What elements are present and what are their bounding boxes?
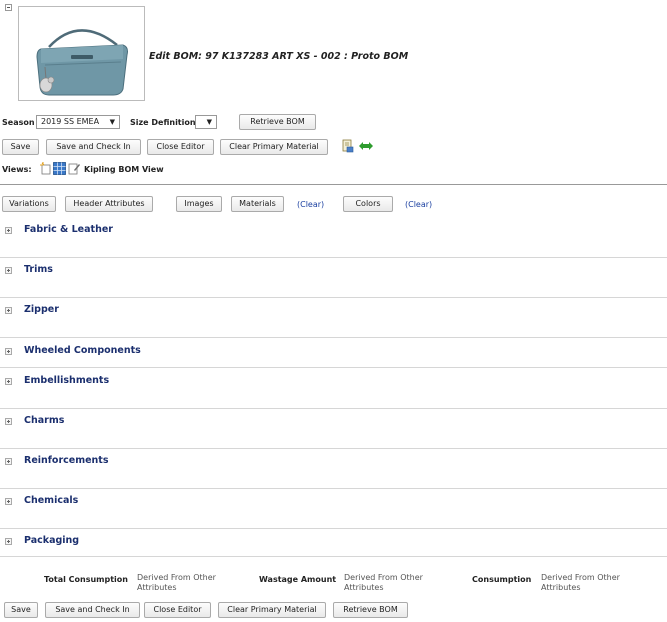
divider bbox=[0, 528, 667, 529]
divider bbox=[0, 184, 667, 185]
expand-icon[interactable] bbox=[5, 307, 12, 314]
expand-icon[interactable] bbox=[5, 227, 12, 234]
section-title: Charms bbox=[24, 415, 65, 426]
save-button-bottom[interactable]: Save bbox=[4, 602, 38, 618]
close-editor-button[interactable]: Close Editor bbox=[147, 139, 214, 155]
expand-icon[interactable] bbox=[5, 498, 12, 505]
colors-button[interactable]: Colors bbox=[343, 196, 393, 212]
divider bbox=[0, 367, 667, 368]
section-title: Wheeled Components bbox=[24, 345, 141, 356]
edit-view-icon[interactable] bbox=[68, 162, 80, 175]
section-title: Zipper bbox=[24, 304, 59, 315]
current-view-name[interactable]: Kipling BOM View bbox=[84, 165, 164, 174]
new-view-icon[interactable] bbox=[40, 162, 52, 175]
section-packaging[interactable]: Packaging bbox=[0, 535, 667, 549]
page-title: Edit BOM: 97 K137283 ART XS - 002 : Prot… bbox=[149, 51, 409, 62]
divider bbox=[0, 257, 667, 258]
divider bbox=[0, 408, 667, 409]
section-reinforcements[interactable]: Reinforcements bbox=[0, 455, 667, 469]
season-select-value: 2019 SS EMEA bbox=[41, 117, 100, 126]
variations-button[interactable]: Variations bbox=[2, 196, 56, 212]
section-zipper[interactable]: Zipper bbox=[0, 304, 667, 318]
views-label: Views: bbox=[2, 165, 32, 174]
expand-icon[interactable] bbox=[5, 378, 12, 385]
clear-primary-material-button-bottom[interactable]: Clear Primary Material bbox=[218, 602, 326, 618]
clear-colors-link[interactable]: (Clear) bbox=[405, 200, 432, 209]
total-consumption-label: Total Consumption bbox=[44, 575, 128, 584]
expand-icon[interactable] bbox=[5, 348, 12, 355]
section-trims[interactable]: Trims bbox=[0, 264, 667, 278]
chevron-down-icon: ▼ bbox=[206, 118, 212, 126]
divider bbox=[0, 337, 667, 338]
season-label: Season bbox=[2, 118, 35, 127]
materials-button[interactable]: Materials bbox=[231, 196, 284, 212]
collapse-header-toggle[interactable] bbox=[5, 4, 12, 11]
season-select[interactable]: 2019 SS EMEA ▼ bbox=[36, 115, 120, 129]
table-view-icon[interactable] bbox=[53, 162, 66, 175]
header-attributes-button[interactable]: Header Attributes bbox=[65, 196, 153, 212]
expand-icon[interactable] bbox=[5, 418, 12, 425]
section-title: Fabric & Leather bbox=[24, 224, 113, 235]
size-definition-select[interactable]: ▼ bbox=[195, 115, 217, 129]
save-and-check-in-button-bottom[interactable]: Save and Check In bbox=[45, 602, 140, 618]
divider bbox=[0, 448, 667, 449]
images-button[interactable]: Images bbox=[176, 196, 222, 212]
retrieve-bom-button[interactable]: Retrieve BOM bbox=[239, 114, 316, 130]
report-icon[interactable] bbox=[342, 139, 354, 153]
wastage-amount-label: Wastage Amount bbox=[259, 575, 337, 584]
divider bbox=[0, 488, 667, 489]
save-button[interactable]: Save bbox=[2, 139, 39, 155]
expand-arrows-icon[interactable] bbox=[358, 141, 374, 151]
section-wheeled-components[interactable]: Wheeled Components bbox=[0, 345, 667, 359]
section-title: Packaging bbox=[24, 535, 80, 546]
section-title: Embellishments bbox=[24, 375, 110, 386]
product-thumbnail bbox=[18, 6, 145, 101]
section-fabric-leather[interactable]: Fabric & Leather bbox=[0, 224, 667, 238]
clear-materials-link[interactable]: (Clear) bbox=[297, 200, 324, 209]
consumption-label: Consumption bbox=[472, 575, 532, 584]
divider bbox=[0, 556, 667, 557]
handbag-image bbox=[36, 29, 128, 96]
save-and-check-in-button[interactable]: Save and Check In bbox=[46, 139, 141, 155]
divider bbox=[0, 297, 667, 298]
expand-icon[interactable] bbox=[5, 458, 12, 465]
expand-icon[interactable] bbox=[5, 538, 12, 545]
size-definition-label: Size Definition bbox=[130, 118, 196, 127]
section-charms[interactable]: Charms bbox=[0, 415, 667, 429]
section-title: Chemicals bbox=[24, 495, 79, 506]
total-consumption-value: Derived From Other Attributes bbox=[137, 573, 216, 592]
close-editor-button-bottom[interactable]: Close Editor bbox=[144, 602, 211, 618]
clear-primary-material-button[interactable]: Clear Primary Material bbox=[220, 139, 328, 155]
chevron-down-icon: ▼ bbox=[109, 118, 115, 126]
section-title: Trims bbox=[24, 264, 53, 275]
wastage-amount-value: Derived From Other Attributes bbox=[344, 573, 423, 592]
section-title: Reinforcements bbox=[24, 455, 109, 466]
consumption-value: Derived From Other Attributes bbox=[541, 573, 620, 592]
expand-icon[interactable] bbox=[5, 267, 12, 274]
retrieve-bom-button-bottom[interactable]: Retrieve BOM bbox=[333, 602, 408, 618]
section-chemicals[interactable]: Chemicals bbox=[0, 495, 667, 509]
section-embellishments[interactable]: Embellishments bbox=[0, 375, 667, 389]
